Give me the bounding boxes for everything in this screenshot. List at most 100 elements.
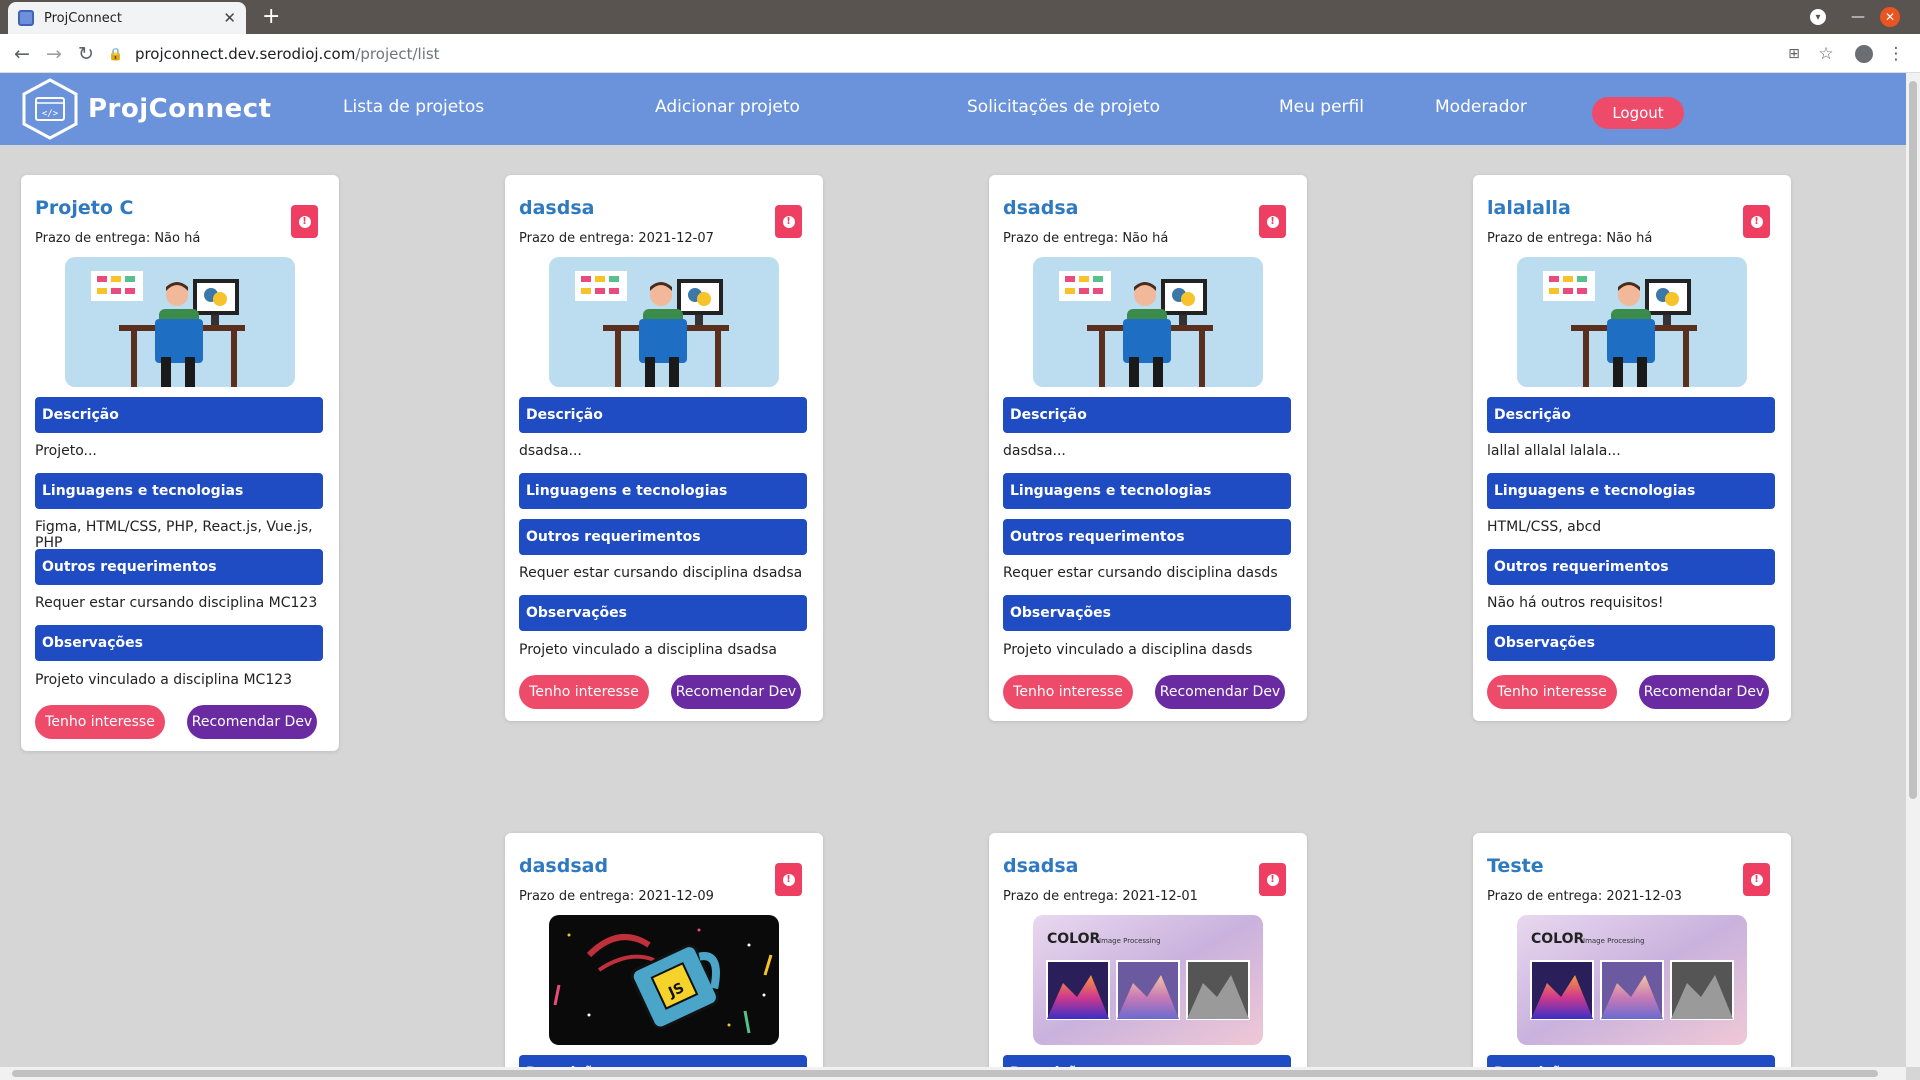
interest-button[interactable]: Tenho interesse <box>1003 675 1133 709</box>
js-mug-illustration: JS <box>549 915 779 1045</box>
description-text: lallal allalal lalala... <box>1487 443 1621 459</box>
requirements-text: Requer estar cursando disciplina MC123 <box>35 595 318 611</box>
project-title[interactable]: dsadsa <box>1003 855 1078 877</box>
image-title-text: COLOR <box>1047 931 1100 947</box>
interest-button[interactable]: Tenho interesse <box>35 705 165 739</box>
back-icon[interactable]: ← <box>10 42 34 66</box>
browser-toolbar: ← → ↻ 🔒 projconnect.dev.serodioj.com/pro… <box>0 34 1920 73</box>
project-title[interactable]: Teste <box>1487 855 1544 877</box>
observations-header: Observações <box>1003 595 1291 631</box>
vertical-scrollbar[interactable] <box>1906 73 1920 1067</box>
vertical-scroll-thumb[interactable] <box>1909 81 1917 799</box>
nav-my-profile[interactable]: Meu perfil <box>1279 97 1364 117</box>
project-deadline: Prazo de entrega: 2021-12-03 <box>1487 889 1682 904</box>
developer-illustration <box>1517 257 1747 387</box>
project-title[interactable]: dasdsad <box>519 855 608 877</box>
project-image <box>1033 257 1263 387</box>
report-button[interactable]: ! <box>291 205 318 238</box>
observations-header: Observações <box>35 625 323 661</box>
requirements-header: Outros requerimentos <box>1487 549 1775 585</box>
report-button[interactable]: ! <box>1259 205 1286 238</box>
new-tab-icon[interactable]: + <box>262 4 280 30</box>
brand-logo[interactable]: </> ProjConnect <box>20 78 272 140</box>
interest-button[interactable]: Tenho interesse <box>1487 675 1617 709</box>
description-header: Descrição <box>1003 1055 1291 1067</box>
project-card: Projeto C ! Prazo de entrega: Não há Des… <box>21 175 339 751</box>
description-text: dsadsa... <box>519 443 582 459</box>
tab-close-icon[interactable]: ✕ <box>223 9 236 27</box>
url-path: /project/list <box>355 45 440 63</box>
developer-illustration <box>549 257 779 387</box>
project-deadline: Prazo de entrega: Não há <box>1487 231 1653 246</box>
project-deadline: Prazo de entrega: 2021-12-01 <box>1003 889 1198 904</box>
project-card: dsadsa ! Prazo de entrega: Não há Descri… <box>989 175 1307 721</box>
observations-text: Projeto vinculado a disciplina MC123 <box>35 672 293 688</box>
interest-button[interactable]: Tenho interesse <box>519 675 649 709</box>
app-navbar: </> ProjConnect Lista de projetos Adicio… <box>0 73 1906 145</box>
recommend-dev-button[interactable]: Recomendar Dev <box>1639 675 1769 709</box>
alert-icon: ! <box>1266 215 1279 228</box>
languages-header: Linguagens e tecnologias <box>1487 473 1775 509</box>
recommend-dev-button[interactable]: Recomendar Dev <box>187 705 317 739</box>
address-bar[interactable]: 🔒 projconnect.dev.serodioj.com/project/l… <box>108 39 1808 69</box>
report-button[interactable]: ! <box>1259 863 1286 896</box>
logout-button[interactable]: Logout <box>1592 97 1684 129</box>
close-window-icon[interactable]: ✕ <box>1880 0 1900 34</box>
nav-moderator[interactable]: Moderador <box>1435 97 1527 117</box>
profile-avatar-icon[interactable] <box>1852 42 1876 66</box>
report-button[interactable]: ! <box>1743 863 1770 896</box>
report-button[interactable]: ! <box>775 863 802 896</box>
project-image <box>1517 257 1747 387</box>
project-deadline: Prazo de entrega: 2021-12-07 <box>519 231 714 246</box>
description-header: Descrição <box>519 1055 807 1067</box>
recommend-dev-button[interactable]: Recomendar Dev <box>1155 675 1285 709</box>
requirements-header: Outros requerimentos <box>35 549 323 585</box>
browser-tab[interactable]: ProjConnect ✕ <box>8 2 246 34</box>
languages-text: HTML/CSS, abcd <box>1487 519 1602 535</box>
observations-header: Observações <box>519 595 807 631</box>
alert-icon: ! <box>298 215 311 228</box>
horizontal-scroll-thumb[interactable] <box>12 1070 1878 1077</box>
project-image <box>549 257 779 387</box>
horizontal-scrollbar[interactable] <box>0 1067 1906 1080</box>
reload-icon[interactable]: ↻ <box>74 42 98 66</box>
image-title-text: COLOR <box>1531 931 1584 947</box>
forward-icon[interactable]: → <box>42 42 66 66</box>
observations-text: Projeto vinculado a disciplina dsadsa <box>519 642 777 658</box>
description-header: Descrição <box>1003 397 1291 433</box>
alert-icon: ! <box>1750 215 1763 228</box>
nav-add-project[interactable]: Adicionar projeto <box>655 97 800 117</box>
alert-icon: ! <box>782 215 795 228</box>
requirements-header: Outros requerimentos <box>519 519 807 555</box>
description-header: Descrição <box>1487 1055 1775 1067</box>
project-card: dsadsa ! Prazo de entrega: 2021-12-01 CO… <box>989 833 1307 1067</box>
favicon-icon <box>18 10 34 26</box>
project-title[interactable]: lalalalla <box>1487 197 1571 219</box>
report-button[interactable]: ! <box>775 205 802 238</box>
profile-menu-icon[interactable]: ▾ <box>1808 0 1828 34</box>
languages-header: Linguagens e tecnologias <box>35 473 323 509</box>
project-title[interactable]: Projeto C <box>35 197 133 219</box>
project-title[interactable]: dasdsa <box>519 197 594 219</box>
minimize-icon[interactable]: — <box>1848 0 1868 34</box>
project-card: lalalalla ! Prazo de entrega: Não há Des… <box>1473 175 1791 721</box>
project-title[interactable]: dsadsa <box>1003 197 1078 219</box>
project-image: COLOR Image Processing <box>1033 915 1263 1045</box>
color-processing-illustration: COLOR Image Processing <box>1033 915 1263 1045</box>
project-image: COLOR Image Processing <box>1517 915 1747 1045</box>
code-hexagon-icon: </> <box>22 78 78 140</box>
report-button[interactable]: ! <box>1743 205 1770 238</box>
project-card: dasdsad ! Prazo de entrega: 2021-12-09 J… <box>505 833 823 1067</box>
alert-icon: ! <box>782 873 795 886</box>
requirements-header: Outros requerimentos <box>1003 519 1291 555</box>
recommend-dev-button[interactable]: Recomendar Dev <box>671 675 801 709</box>
image-subtitle-text: Image Processing <box>1583 937 1645 945</box>
languages-text: Figma, HTML/CSS, PHP, React.js, Vue.js, … <box>35 519 313 551</box>
nav-project-list[interactable]: Lista de projetos <box>343 97 484 117</box>
translate-icon[interactable]: ⊞ <box>1782 42 1806 66</box>
bookmark-star-icon[interactable]: ☆ <box>1814 42 1838 66</box>
nav-project-requests[interactable]: Solicitações de projeto <box>967 97 1160 117</box>
languages-header: Linguagens e tecnologias <box>519 473 807 509</box>
requirements-text: Requer estar cursando disciplina dasds <box>1003 565 1278 581</box>
browser-menu-icon[interactable]: ⋮ <box>1884 42 1908 66</box>
